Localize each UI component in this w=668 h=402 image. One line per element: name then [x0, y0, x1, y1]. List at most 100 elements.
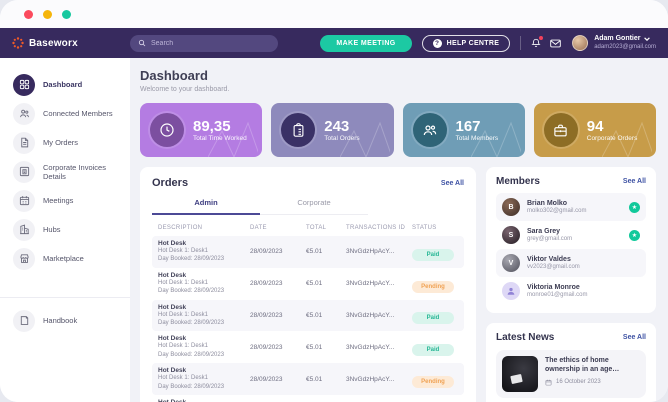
stat-cards: 89,35 Total Time Worked 243 Total Orders: [140, 103, 656, 157]
status-badge: Paid: [412, 312, 454, 325]
orders-table: DESCRIPTION DATE TOTAL TRANSACTIONS ID S…: [152, 220, 464, 402]
clipboard-icon: [281, 113, 316, 147]
members-see-all-link[interactable]: See All: [623, 178, 646, 185]
baseworx-logo-icon: [12, 37, 24, 49]
minimize-window-button[interactable]: [43, 9, 52, 19]
stat-card-total-orders[interactable]: 243 Total Orders: [271, 103, 394, 157]
brand[interactable]: Baseworx: [12, 37, 130, 49]
list-item[interactable]: S Sara Grey grey@gmail.com ★: [496, 221, 646, 249]
list-item[interactable]: B Brian Molko molko302@gmail.com ★: [496, 193, 646, 221]
news-see-all-link[interactable]: See All: [623, 334, 646, 341]
stat-card-total-members[interactable]: 167 Total Members: [402, 103, 525, 157]
star-badge-icon: ★: [629, 229, 640, 241]
member-name: Viktor Valdes: [527, 256, 571, 263]
app-window: Baseworx MAKE MEETING ? HELP CENTRE: [0, 0, 668, 402]
avatar-placeholder-icon: [502, 282, 520, 300]
page-title: Dashboard: [140, 68, 208, 83]
envelope-icon: [550, 39, 561, 47]
avatar: S: [502, 226, 520, 244]
search-input[interactable]: [151, 39, 261, 47]
members-title: Members: [496, 176, 540, 187]
stat-card-total-time[interactable]: 89,35 Total Time Worked: [140, 103, 263, 157]
screen: Baseworx MAKE MEETING ? HELP CENTRE: [0, 0, 668, 402]
status-badge: Pending: [412, 280, 454, 293]
order-transaction-id: 3NvGdzHpAcY...: [346, 280, 395, 288]
order-transaction-id: 3NvGdzHpAcY...: [346, 311, 395, 319]
orders-title: Orders: [152, 177, 189, 189]
sidebar-item-label: My Orders: [43, 138, 79, 147]
news-item-title: The ethics of home ownership in an age…: [545, 357, 620, 374]
order-total: €5.01: [306, 248, 323, 256]
order-description: Hot Desk: [158, 271, 187, 279]
sidebar-item-label: Dashboard: [43, 80, 83, 89]
briefcase-icon: [543, 113, 578, 147]
user-avatar[interactable]: [572, 35, 589, 51]
user-menu[interactable]: Adam Gontier adam2023@gmail.com: [594, 35, 656, 51]
members-icon: [412, 113, 447, 147]
news-item[interactable]: The ethics of home ownership in an age… …: [496, 350, 646, 398]
sidebar-item-dashboard[interactable]: Dashboard: [0, 70, 130, 99]
notifications-button[interactable]: [531, 36, 544, 48]
hubs-icon: [13, 218, 35, 241]
avatar: B: [502, 198, 520, 216]
sidebar-item-meetings[interactable]: Meetings: [0, 186, 130, 215]
col-status: STATUS: [412, 225, 437, 231]
order-desc-line: Hot Desk 1: Desk1: [158, 311, 209, 318]
window-chrome: [0, 0, 668, 28]
orders-see-all-link[interactable]: See All: [441, 180, 464, 187]
maximize-window-button[interactable]: [62, 9, 71, 19]
list-item[interactable]: Viktoria Monroemonroe01@gmail.com ★: [496, 277, 646, 305]
make-meeting-button[interactable]: MAKE MEETING: [320, 34, 412, 52]
sidebar-item-label: Corporate Invoices Details: [43, 162, 106, 181]
table-row[interactable]: Hot DeskHot Desk 1: Desk1Day Booked: 28/…: [152, 363, 464, 395]
news-title: Latest News: [496, 332, 555, 343]
help-centre-label: HELP CENTRE: [446, 39, 500, 47]
news-item-date: 16 October 2023: [556, 379, 601, 386]
tab-corporate[interactable]: Corporate: [260, 198, 368, 215]
search-box[interactable]: [130, 34, 278, 52]
messages-button[interactable]: [550, 39, 561, 48]
sidebar-item-connected-members[interactable]: Connected Members: [0, 99, 130, 128]
col-transactions-id: TRANSACTIONS ID: [346, 225, 406, 231]
sidebar-item-label: Hubs: [43, 225, 61, 234]
member-email: molko302@gmail.com: [527, 208, 587, 214]
orders-tabs: Admin Corporate: [152, 198, 464, 215]
page-subtitle: Welcome to your dashboard.: [140, 86, 230, 93]
order-transaction-id: 3NvGdzHpAcY...: [346, 343, 395, 351]
sidebar-item-handbook[interactable]: Handbook: [0, 306, 130, 335]
order-total: €5.01: [306, 311, 323, 319]
table-row[interactable]: Hot DeskHot Desk 1: Desk1Day Booked: 28/…: [152, 299, 464, 332]
sidebar-item-my-orders[interactable]: My Orders: [0, 128, 130, 157]
member-name: Sara Grey: [527, 228, 561, 235]
news-thumbnail: [502, 356, 538, 392]
close-window-button[interactable]: [24, 9, 33, 19]
table-row[interactable]: Hot DeskHot Desk 1: Desk1Day Booked: 28/…: [152, 331, 464, 363]
member-name: Brian Molko: [527, 200, 568, 207]
user-name: Adam Gontier: [594, 34, 641, 42]
help-centre-button[interactable]: ? HELP CENTRE: [421, 34, 511, 52]
table-row[interactable]: Hot DeskHot Desk 1: Desk1Day Booked: 28/…: [152, 395, 464, 402]
table-row[interactable]: Hot DeskHot Desk 1: Desk1Day Booked: 28/…: [152, 268, 464, 300]
sidebar-item-label: Handbook: [43, 316, 78, 325]
order-desc-line: Day Booked: 28/09/2023: [158, 351, 225, 358]
list-item[interactable]: V Viktor Valdesvv2023@gmail.com ★: [496, 249, 646, 277]
star-badge-icon: ★: [629, 201, 640, 213]
order-description: Hot Desk: [158, 240, 187, 247]
sidebar-item-marketplace[interactable]: Marketplace: [0, 244, 130, 273]
status-badge: Paid: [412, 344, 454, 357]
col-total: TOTAL: [306, 225, 327, 231]
avatar: V: [502, 254, 520, 272]
tab-admin[interactable]: Admin: [152, 198, 260, 215]
order-date: 28/09/2023: [250, 311, 283, 319]
table-row[interactable]: Hot DeskHot Desk 1: Desk1Day Booked: 28/…: [152, 236, 464, 268]
order-desc-line: Day Booked: 28/09/2023: [158, 256, 225, 263]
order-total: €5.01: [306, 280, 323, 288]
sidebar-item-hubs[interactable]: Hubs: [0, 215, 130, 244]
sidebar-item-corporate-invoices[interactable]: Corporate Invoices Details: [0, 157, 130, 186]
order-desc-line: Hot Desk 1: Desk1: [158, 343, 209, 350]
members-card: Members See All B Brian Molko molko302@gm…: [486, 167, 656, 313]
order-description: Hot Desk: [158, 303, 187, 311]
stat-card-corporate-orders[interactable]: 94 Corporate Orders: [533, 103, 656, 157]
order-date: 28/09/2023: [250, 375, 283, 383]
member-email: grey@gmail.com: [527, 236, 573, 242]
